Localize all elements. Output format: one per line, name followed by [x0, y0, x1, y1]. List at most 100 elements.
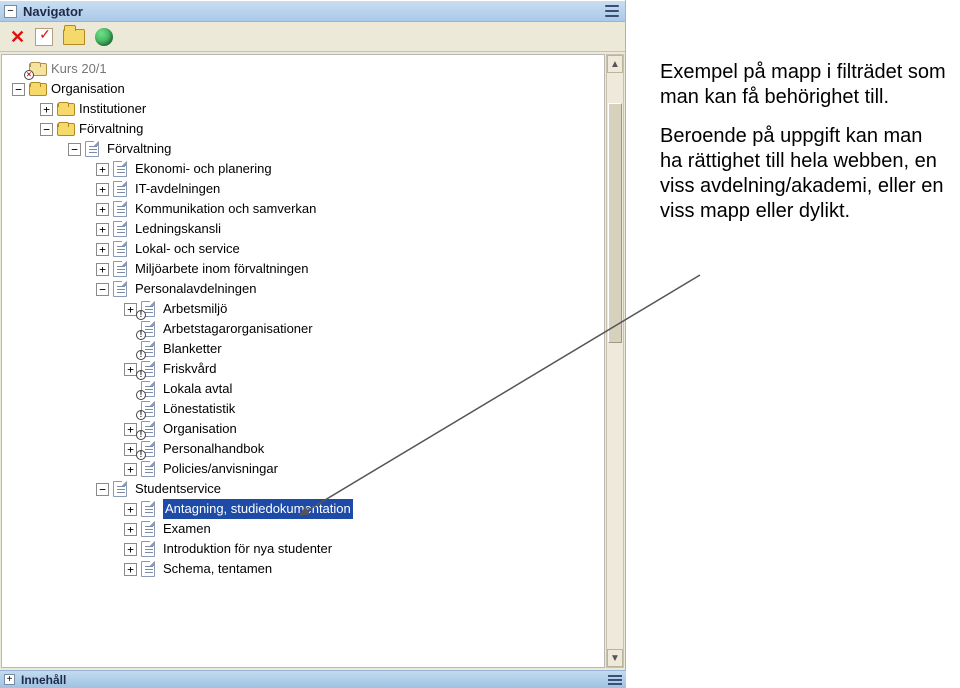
tree-item-label[interactable]: IT-avdelningen — [135, 179, 220, 199]
tree-item-label[interactable]: Friskvård — [163, 359, 216, 379]
scroll-track[interactable] — [607, 73, 623, 649]
tree-item-label[interactable]: Personalavdelningen — [135, 279, 256, 299]
tree-row[interactable]: − Studentservice — [6, 479, 604, 499]
expand-icon[interactable]: + — [124, 463, 137, 476]
tree-item-label[interactable]: Organisation — [51, 79, 125, 99]
tree-item-label[interactable]: Introduktion för nya studenter — [163, 539, 332, 559]
tree-item-label[interactable]: Antagning, studiedokumentation — [163, 499, 353, 519]
tree-item-label[interactable]: Lokal- och service — [135, 239, 240, 259]
content-panel-menu-icon[interactable] — [608, 675, 622, 685]
scroll-down-button[interactable]: ▼ — [607, 649, 623, 667]
tree-row[interactable]: + IT-avdelningen — [6, 179, 604, 199]
tree-item-label[interactable]: Lönestatistik — [163, 399, 235, 419]
file-tree[interactable]: × Kurs 20/1 − Organisation + Institutioner − Fö… — [2, 55, 604, 583]
scroll-thumb[interactable] — [608, 103, 622, 343]
expand-icon[interactable]: + — [96, 263, 109, 276]
collapse-icon[interactable]: − — [12, 83, 25, 96]
expand-icon[interactable]: + — [124, 563, 137, 576]
page-icon — [113, 481, 131, 497]
info-badge-icon: ! — [136, 390, 146, 400]
tree-item-label[interactable]: Examen — [163, 519, 211, 539]
page-icon: ! — [141, 321, 159, 337]
tree-row[interactable]: − Förvaltning — [6, 119, 604, 139]
expand-icon[interactable]: + — [124, 543, 137, 556]
tree-item-label[interactable]: Kommunikation och samverkan — [135, 199, 316, 219]
tree-row[interactable]: !Arbetstagarorganisationer — [6, 319, 604, 339]
expand-icon[interactable]: + — [96, 203, 109, 216]
navigator-panel: − Navigator ✕ ×Kurs 20/1−Organisation+In… — [0, 0, 626, 688]
tree-item-label[interactable]: Ekonomi- och planering — [135, 159, 272, 179]
tree-item-label[interactable]: Förvaltning — [79, 119, 143, 139]
page-icon — [141, 501, 159, 517]
close-icon[interactable]: ✕ — [10, 28, 25, 46]
tree-row[interactable]: +!Friskvård — [6, 359, 604, 379]
page-icon — [113, 281, 131, 297]
info-badge-icon: ! — [136, 430, 146, 440]
panel-collapse-toggle[interactable]: − — [4, 5, 17, 18]
error-badge-icon: × — [24, 70, 34, 80]
expand-icon[interactable]: + — [96, 223, 109, 236]
tree-row[interactable]: + Policies/anvisningar — [6, 459, 604, 479]
expand-icon[interactable]: + — [96, 183, 109, 196]
tree-item-label[interactable]: Blanketter — [163, 339, 222, 359]
content-panel-title: Innehåll — [21, 673, 66, 687]
info-badge-icon: ! — [136, 370, 146, 380]
tree-viewport: × Kurs 20/1 − Organisation + Institutioner − Fö… — [1, 54, 605, 668]
collapse-icon[interactable]: − — [68, 143, 81, 156]
collapse-icon[interactable]: − — [96, 283, 109, 296]
tree-row[interactable]: ! Blanketter — [6, 339, 604, 359]
tree-row[interactable]: × Kurs 20/1 — [6, 59, 604, 79]
expand-icon[interactable]: + — [124, 523, 137, 536]
page-icon — [85, 141, 103, 157]
tree-item-label[interactable]: Personalhandbok — [163, 439, 264, 459]
open-folder-icon[interactable] — [63, 29, 85, 45]
tree-row[interactable]: − Organisation — [6, 79, 604, 99]
tree-row[interactable]: + Examen — [6, 519, 604, 539]
content-panel-expand-toggle[interactable]: + — [4, 674, 15, 685]
tree-item-label[interactable]: Organisation — [163, 419, 237, 439]
panel-menu-icon[interactable] — [605, 5, 621, 17]
tree-row[interactable]: + Institutioner — [6, 99, 604, 119]
tree-row[interactable]: − Personalavdelningen — [6, 279, 604, 299]
tree-row[interactable]: !Lönestatistik — [6, 399, 604, 419]
tree-row[interactable]: + Introduktion för nya studenter — [6, 539, 604, 559]
collapse-icon[interactable]: − — [96, 483, 109, 496]
tree-row[interactable]: + Miljöarbete inom förvaltningen — [6, 259, 604, 279]
tree-item-label[interactable]: Studentservice — [135, 479, 221, 499]
expand-icon[interactable]: + — [124, 503, 137, 516]
folder-icon — [57, 101, 75, 117]
tree-item-label[interactable]: Lokala avtal — [163, 379, 232, 399]
info-badge-icon: ! — [136, 350, 146, 360]
tree-item-label[interactable]: Institutioner — [79, 99, 146, 119]
tree-row[interactable]: +!Personalhandbok — [6, 439, 604, 459]
tree-row[interactable]: ! Lokala avtal — [6, 379, 604, 399]
tree-item-label[interactable]: Miljöarbete inom förvaltningen — [135, 259, 308, 279]
tree-row[interactable]: +!Arbetsmiljö — [6, 299, 604, 319]
tree-item-label[interactable]: Policies/anvisningar — [163, 459, 278, 479]
tree-item-label[interactable]: Ledningskansli — [135, 219, 221, 239]
validate-icon[interactable] — [35, 28, 53, 46]
tree-item-label[interactable]: Arbetstagarorganisationer — [163, 319, 313, 339]
tree-row[interactable]: + Ledningskansli — [6, 219, 604, 239]
tree-item-label[interactable]: Schema, tentamen — [163, 559, 272, 579]
tree-item-label[interactable]: Kurs 20/1 — [51, 59, 107, 79]
expand-icon[interactable]: + — [40, 103, 53, 116]
vertical-scrollbar[interactable]: ▲ ▼ — [606, 54, 624, 668]
tree-item-label[interactable]: Förvaltning — [107, 139, 171, 159]
expand-icon[interactable]: + — [96, 163, 109, 176]
tree-row[interactable]: + Ekonomi- och planering — [6, 159, 604, 179]
tree-item-label[interactable]: Arbetsmiljö — [163, 299, 227, 319]
tree-row[interactable]: +!Organisation — [6, 419, 604, 439]
content-panel-collapsed[interactable]: + Innehåll — [0, 670, 626, 688]
page-icon — [113, 161, 131, 177]
scroll-up-button[interactable]: ▲ — [607, 55, 623, 73]
globe-icon[interactable] — [95, 28, 113, 46]
collapse-icon[interactable]: − — [40, 123, 53, 136]
tree-row[interactable]: + Lokal- och service — [6, 239, 604, 259]
tree-row[interactable]: + Antagning, studiedokumentation — [6, 499, 604, 519]
page-icon — [113, 241, 131, 257]
tree-row[interactable]: + Schema, tentamen — [6, 559, 604, 579]
tree-row[interactable]: + Kommunikation och samverkan — [6, 199, 604, 219]
tree-row[interactable]: − Förvaltning — [6, 139, 604, 159]
expand-icon[interactable]: + — [96, 243, 109, 256]
